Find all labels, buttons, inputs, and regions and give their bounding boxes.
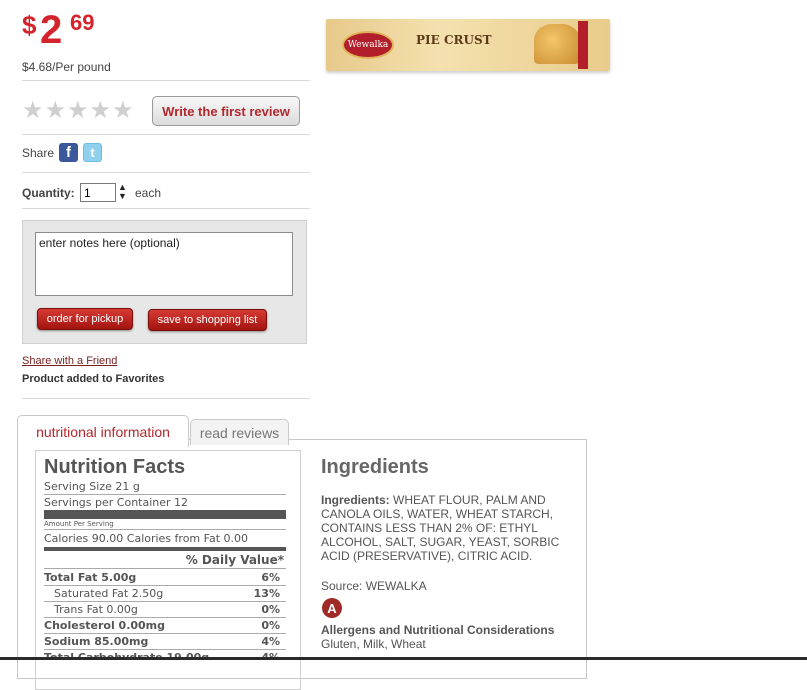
ingredients-label: Ingredients: [321,493,390,507]
nf-divider [44,649,286,650]
ingredients-source: Source: WEWALKA [321,579,427,593]
nutrient-row: Total Fat 5.00g 6% [44,571,286,584]
brand-logo: Wewalka [342,31,394,59]
facebook-icon[interactable]: f [59,143,78,162]
nutrient-value: 0% [261,603,280,616]
twitter-icon[interactable]: t [83,143,102,162]
nf-divider [44,568,286,569]
rating-stars[interactable]: ★★★★★ [22,96,135,125]
divider [22,134,310,135]
ingredients-text: Ingredients: WHEAT FLOUR, PALM AND CANOL… [321,493,569,563]
nutrient-row: Sodium 85.00mg 4% [44,635,286,648]
share-friend-link[interactable]: Share with a Friend [22,355,117,367]
servings-per-container: Servings per Container 12 [44,496,189,509]
unit-price: $4.68/Per pound [22,60,111,74]
order-pickup-button[interactable]: order for pickup [37,308,133,330]
nutrient-label: Sodium 85.00mg [44,635,149,648]
divider [22,80,310,81]
calories-row: Calories 90.00 Calories from Fat 0.00 [44,532,249,545]
nutrient-label: Trans Fat 0.00g [54,603,138,616]
quantity-label: Quantity: [22,186,75,200]
nf-divider [44,617,286,618]
tab-join [18,439,188,441]
package-side-band [578,21,588,69]
product-image-title: PIE CRUST [416,33,492,47]
divider [22,208,310,209]
daily-value-header: % Daily Value* [44,553,286,567]
price-cents: 69 [70,10,95,35]
nutrient-value: 13% [253,587,280,600]
pie-image [534,24,580,64]
nutrient-value: 6% [261,571,280,584]
allergens-title: Allergens and Nutritional Considerations [321,623,555,637]
favorites-status: Product added to Favorites [22,373,165,385]
nf-divider [44,529,286,530]
nutrient-label: Saturated Fat 2.50g [54,587,164,600]
daily-value-label: % Daily Value* [185,553,284,567]
quantity-unit: each [135,186,162,200]
nutrient-value: 4% [261,635,280,648]
nf-divider [44,601,286,602]
allergens-list: Gluten, Milk, Wheat [321,637,426,651]
ingredients-title: Ingredients [321,456,429,478]
serving-size: Serving Size 21 g [44,480,140,493]
allergen-icon: A [322,598,342,618]
divider [22,172,310,173]
nutrition-facts-title: Nutrition Facts [44,456,186,478]
nutrient-label: Total Fat 5.00g [44,571,137,584]
divider [22,398,310,399]
nutrient-label: Cholesterol 0.00mg [44,619,166,632]
notes-field[interactable]: enter notes here (optional) [35,232,293,296]
nutrient-row: Trans Fat 0.00g 0% [44,603,286,616]
nf-divider [44,585,286,586]
nutrient-row: Saturated Fat 2.50g 13% [44,587,286,600]
nf-divider [44,633,286,634]
quantity-input[interactable] [80,183,116,202]
price-dollar-sign: $ [22,10,37,40]
write-review-button[interactable]: Write the first review [152,96,300,126]
nf-divider [44,494,286,495]
save-shopping-list-button[interactable]: save to shopping list [148,309,267,331]
nutrient-value: 0% [261,619,280,632]
price-dollars: 2 [40,8,63,52]
tab-read-reviews[interactable]: read reviews [190,419,289,445]
quantity-stepper[interactable]: ▲ ▼ [118,183,128,202]
tab-nutritional-information[interactable]: nutritional information [17,415,189,447]
amount-per-serving: Amount Per Serving [44,520,114,528]
share-label: Share [22,146,55,160]
nf-thick-bar [44,547,286,551]
nutrient-row: Cholesterol 0.00mg 0% [44,619,286,632]
nf-thick-bar [44,510,286,519]
